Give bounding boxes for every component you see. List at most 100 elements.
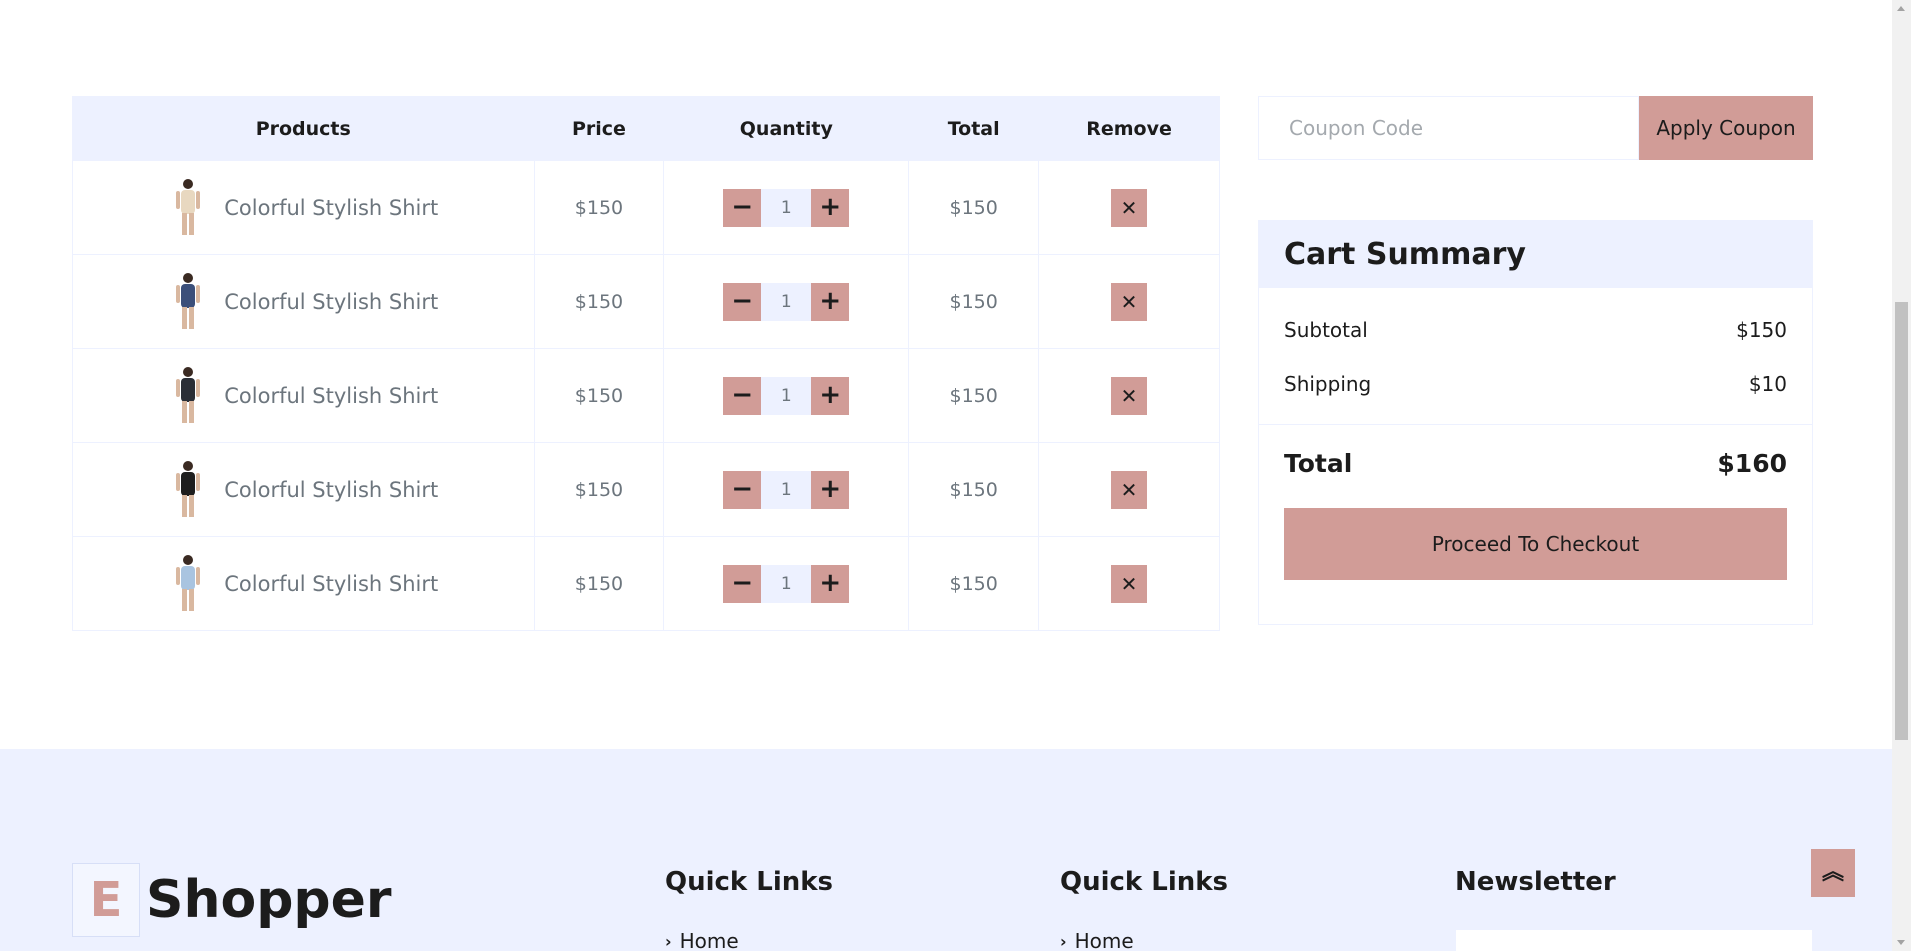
- product-image[interactable]: [168, 458, 208, 522]
- total-value: $160: [1717, 449, 1787, 478]
- cart-rows: Colorful Stylish Shirt $150−1 + $150 ✕ Colorf…: [72, 160, 1220, 631]
- product-cell: Colorful Stylish Shirt: [72, 254, 535, 349]
- product-image[interactable]: [168, 552, 208, 616]
- table-row: Colorful Stylish Shirt $150 −1 + $150 ✕: [72, 536, 1220, 631]
- remove-cell: ✕: [1038, 442, 1220, 537]
- product-name: Colorful Stylish Shirt: [224, 195, 439, 220]
- product-name: Colorful Stylish Shirt: [224, 477, 439, 502]
- table-row: Colorful Stylish Shirt $150 −1 + $150 ✕: [72, 160, 1220, 255]
- quick-links-2-home-label: Home: [1074, 929, 1134, 951]
- total-cell: $150: [908, 254, 1040, 349]
- decrease-quantity-button[interactable]: −: [723, 376, 762, 415]
- price-cell: $150: [533, 442, 665, 537]
- table-row: Colorful Stylish Shirt $150 −1 + $150 ✕: [72, 254, 1220, 349]
- product-image[interactable]: [168, 364, 208, 428]
- close-icon: ✕: [1120, 195, 1138, 220]
- increase-quantity-button[interactable]: +: [811, 564, 850, 603]
- cart-summary: Cart Summary Subtotal $150 Shipping $10 …: [1258, 220, 1813, 625]
- scroll-up-arrow-icon[interactable]: [1897, 6, 1905, 11]
- quick-links-1-home-label: Home: [679, 929, 739, 951]
- total-cell: $150: [908, 442, 1040, 537]
- chevron-right-icon: ›: [1060, 931, 1067, 951]
- quantity-input[interactable]: 1: [761, 470, 812, 509]
- increase-quantity-button[interactable]: +: [811, 470, 850, 509]
- close-icon: ✕: [1120, 477, 1138, 502]
- remove-item-button[interactable]: ✕: [1111, 188, 1148, 227]
- product-name: Colorful Stylish Shirt: [224, 383, 439, 408]
- cart-table: Products Price Quantity Total Remove Col…: [72, 96, 1220, 631]
- back-to-top-button[interactable]: ︽: [1811, 849, 1855, 897]
- logo-letter-box: E: [72, 863, 140, 937]
- header-quantity: Quantity: [663, 96, 910, 161]
- remove-item-button[interactable]: ✕: [1111, 564, 1148, 603]
- subtotal-row: Subtotal $150: [1259, 318, 1812, 342]
- close-icon: ✕: [1120, 383, 1138, 408]
- proceed-to-checkout-button[interactable]: Proceed To Checkout: [1284, 508, 1787, 580]
- remove-item-button[interactable]: ✕: [1111, 470, 1148, 509]
- close-icon: ✕: [1120, 289, 1138, 314]
- quantity-input[interactable]: 1: [761, 282, 812, 321]
- quantity-stepper: −1 +: [723, 470, 850, 509]
- product-info: Colorful Stylish Shirt: [73, 176, 534, 240]
- product-name: Colorful Stylish Shirt: [224, 289, 439, 314]
- quantity-input[interactable]: 1: [761, 188, 812, 227]
- remove-cell: ✕: [1038, 536, 1220, 631]
- quantity-input[interactable]: 1: [761, 564, 812, 603]
- increase-quantity-button[interactable]: +: [811, 188, 850, 227]
- decrease-quantity-button[interactable]: −: [723, 282, 762, 321]
- quick-links-2-title: Quick Links: [1060, 867, 1229, 897]
- quantity-cell: −1 +: [663, 536, 910, 631]
- close-icon: ✕: [1120, 571, 1138, 596]
- vertical-scrollbar[interactable]: [1892, 0, 1911, 951]
- summary-divider: [1259, 424, 1812, 425]
- logo[interactable]: E Shopper: [72, 863, 392, 937]
- coupon-code-input[interactable]: [1258, 96, 1639, 160]
- remove-item-button[interactable]: ✕: [1111, 282, 1148, 321]
- remove-item-button[interactable]: ✕: [1111, 376, 1148, 415]
- product-image[interactable]: [168, 270, 208, 334]
- quick-links-1-home-link[interactable]: › Home: [665, 929, 739, 951]
- apply-coupon-button[interactable]: Apply Coupon: [1639, 96, 1813, 160]
- product-image[interactable]: [168, 176, 208, 240]
- increase-quantity-button[interactable]: +: [811, 282, 850, 321]
- scrollbar-thumb[interactable]: [1895, 302, 1908, 740]
- product-info: Colorful Stylish Shirt: [73, 364, 534, 428]
- product-info: Colorful Stylish Shirt: [73, 270, 534, 334]
- cart-page: Products Price Quantity Total Remove Col…: [0, 0, 1892, 951]
- cart-summary-title: Cart Summary: [1284, 237, 1526, 272]
- total-cell: $150: [908, 348, 1040, 443]
- footer: E Shopper Quick Links › Home Quick Links…: [0, 749, 1892, 951]
- remove-cell: ✕: [1038, 160, 1220, 255]
- price-cell: $150: [533, 536, 665, 631]
- product-cell: Colorful Stylish Shirt: [72, 348, 535, 443]
- total-row: Total $160: [1259, 449, 1812, 478]
- subtotal-label: Subtotal: [1284, 318, 1368, 342]
- header-total: Total: [908, 96, 1040, 161]
- product-cell: Colorful Stylish Shirt: [72, 160, 535, 255]
- table-row: Colorful Stylish Shirt $150 −1 + $150 ✕: [72, 348, 1220, 443]
- newsletter-title: Newsletter: [1455, 867, 1616, 897]
- scroll-down-arrow-icon[interactable]: [1897, 940, 1905, 945]
- total-label: Total: [1284, 449, 1353, 478]
- newsletter-input[interactable]: [1455, 929, 1813, 951]
- shipping-row: Shipping $10: [1259, 372, 1812, 396]
- price-cell: $150: [533, 160, 665, 255]
- decrease-quantity-button[interactable]: −: [723, 564, 762, 603]
- quantity-input[interactable]: 1: [761, 376, 812, 415]
- header-price: Price: [533, 96, 665, 161]
- quick-links-2-home-link[interactable]: › Home: [1060, 929, 1134, 951]
- decrease-quantity-button[interactable]: −: [723, 470, 762, 509]
- subtotal-value: $150: [1736, 318, 1787, 342]
- quantity-cell: −1 +: [663, 348, 910, 443]
- header-products: Products: [72, 96, 535, 161]
- increase-quantity-button[interactable]: +: [811, 376, 850, 415]
- quick-links-1-title: Quick Links: [665, 867, 834, 897]
- quantity-cell: −1 +: [663, 160, 910, 255]
- coupon-form: Apply Coupon: [1258, 96, 1813, 160]
- logo-text: Shopper: [146, 870, 392, 930]
- double-chevron-up-icon: ︽: [1821, 860, 1844, 885]
- shipping-label: Shipping: [1284, 372, 1372, 396]
- product-info: Colorful Stylish Shirt: [73, 458, 534, 522]
- product-cell: Colorful Stylish Shirt: [72, 442, 535, 537]
- decrease-quantity-button[interactable]: −: [723, 188, 762, 227]
